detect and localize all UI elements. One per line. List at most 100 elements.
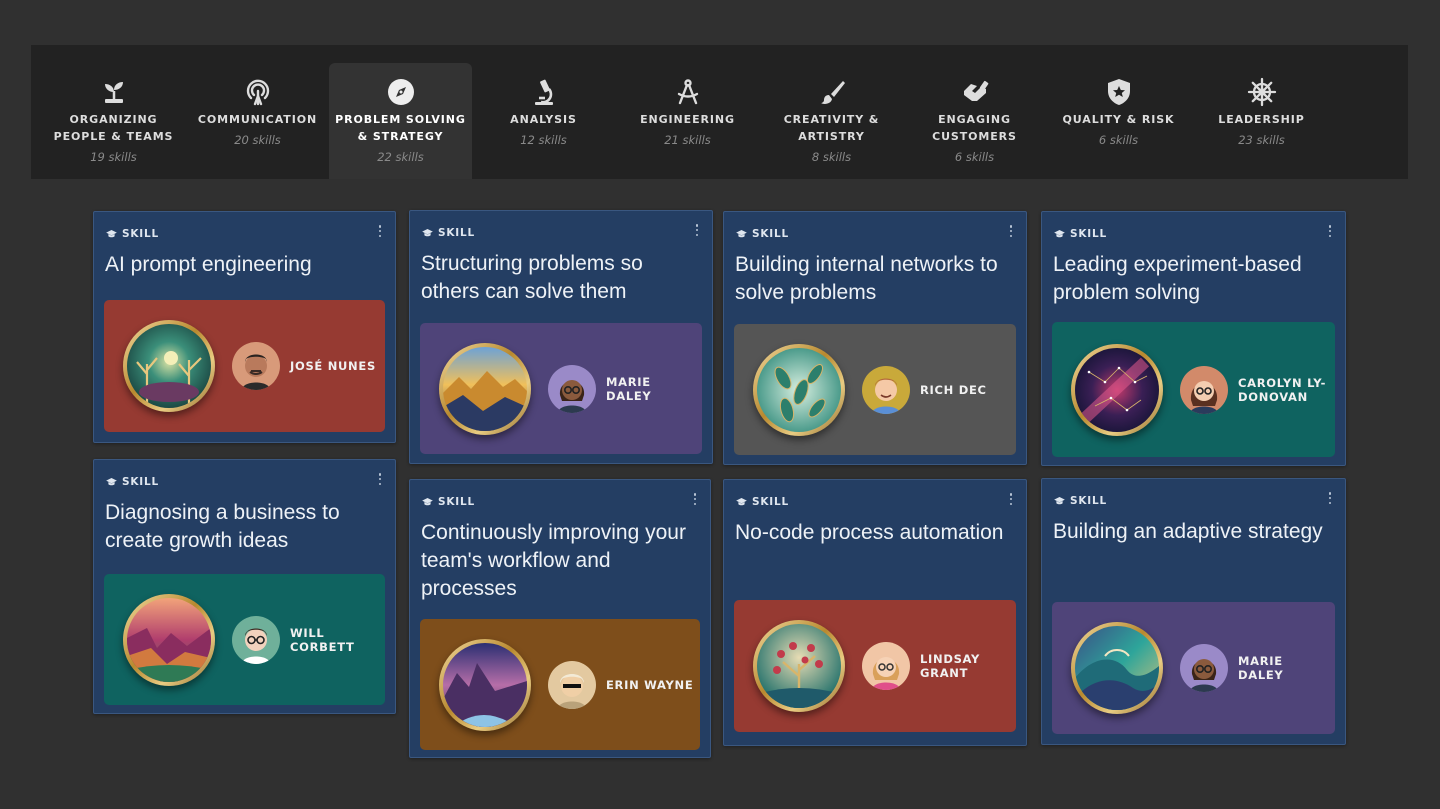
skill-badge xyxy=(439,342,531,435)
skill-title: Continuously improving your team's workf… xyxy=(421,521,686,600)
card-kind: SKILL xyxy=(1054,228,1107,240)
skill-card[interactable]: SKILL Structuring problems so others can… xyxy=(409,210,713,464)
avatar xyxy=(1180,365,1228,414)
skill-owner-panel: MARIE DALEY xyxy=(420,323,702,454)
tab-engaging-customers[interactable]: ENGAGING CUSTOMERS 6 skills xyxy=(903,63,1046,179)
owner-name: ERIN WAYNE xyxy=(606,677,694,692)
category-count: 6 skills xyxy=(1098,133,1139,147)
owner-name: MARIE DALEY xyxy=(1238,654,1284,682)
category-count: 19 skills xyxy=(90,150,137,164)
more-options-icon[interactable] xyxy=(1325,491,1335,505)
skill-card[interactable]: SKILL Building internal networks to solv… xyxy=(723,211,1027,465)
avatar xyxy=(232,342,280,390)
skill-card[interactable]: SKILL Building an adaptive strategy MARI… xyxy=(1041,478,1346,745)
skill-owner[interactable]: CAROLYN LY-DONOVAN xyxy=(1180,365,1330,414)
owner-name: JOSÉ NUNES xyxy=(290,359,376,373)
broadcast-icon xyxy=(246,79,269,106)
skill-owner[interactable]: RICH DEC xyxy=(862,365,1012,414)
handshake-icon xyxy=(963,80,988,101)
category-name: QUALITY & RISK xyxy=(1062,113,1175,126)
category-count: 22 skills xyxy=(377,150,424,164)
avatar xyxy=(862,642,910,690)
skill-badge xyxy=(439,638,531,731)
graduation-cap-icon xyxy=(736,230,747,238)
skill-owner[interactable]: LINDSAY GRANT xyxy=(862,642,1012,690)
category-name: COMMUNICATION xyxy=(197,113,318,126)
skill-card[interactable]: SKILL AI prompt engineering JOSÉ NUNES xyxy=(93,211,396,443)
category-count: 8 skills xyxy=(811,150,852,164)
more-options-icon[interactable] xyxy=(375,472,385,486)
graduation-cap-icon xyxy=(106,230,117,238)
skill-owner-panel: LINDSAY GRANT xyxy=(734,600,1016,732)
avatar xyxy=(232,615,280,664)
skill-owner-panel: WILL CORBETT xyxy=(104,574,385,705)
skill-title: AI prompt engineering xyxy=(105,253,312,276)
skill-owner-panel: RICH DEC xyxy=(734,324,1016,455)
category-count: 12 skills xyxy=(520,133,567,147)
skill-title: Structuring problems so others can solve… xyxy=(421,252,643,303)
shield-star-icon xyxy=(1107,79,1130,105)
owner-name: LINDSAY GRANT xyxy=(920,652,981,680)
owner-name: WILL CORBETT xyxy=(290,625,355,654)
more-options-icon[interactable] xyxy=(1006,492,1016,506)
skill-badge xyxy=(753,620,845,712)
owner-name: RICH DEC xyxy=(920,382,987,397)
category-count: 20 skills xyxy=(234,133,281,147)
category-name: LEADERSHIP xyxy=(1218,113,1305,126)
more-options-icon[interactable] xyxy=(690,492,700,506)
category-name: CREATIVITY & ARTISTRY xyxy=(783,113,880,143)
tab-problem-solving-strategy[interactable]: PROBLEM SOLVING & STRATEGY 22 skills xyxy=(329,63,472,179)
graduation-cap-icon xyxy=(736,498,747,506)
skill-owner[interactable]: MARIE DALEY xyxy=(1180,644,1330,692)
skill-title: Diagnosing a business to create growth i… xyxy=(105,501,340,552)
more-options-icon[interactable] xyxy=(1006,224,1016,238)
more-options-icon[interactable] xyxy=(692,223,702,237)
category-name: ENGAGING CUSTOMERS xyxy=(932,113,1017,143)
avatar xyxy=(548,660,596,709)
skill-owner[interactable]: MARIE DALEY xyxy=(548,364,698,413)
skill-owner-panel: CAROLYN LY-DONOVAN xyxy=(1052,322,1335,457)
skill-owner[interactable]: JOSÉ NUNES xyxy=(232,342,382,390)
sprout-icon xyxy=(104,82,123,103)
category-name: PROBLEM SOLVING & STRATEGY xyxy=(335,113,466,143)
compass-icon xyxy=(387,79,414,105)
skill-title: No-code process automation xyxy=(735,521,1004,544)
avatar xyxy=(1180,644,1228,692)
more-options-icon[interactable] xyxy=(1325,224,1335,238)
card-kind: SKILL xyxy=(422,496,475,508)
graduation-cap-icon xyxy=(106,478,117,486)
skill-title: Leading experiment-based problem solving xyxy=(1053,253,1302,304)
avatar xyxy=(548,364,596,413)
category-count: 6 skills xyxy=(954,150,995,164)
category-count: 23 skills xyxy=(1238,133,1285,147)
skill-badge xyxy=(1071,343,1163,436)
tab-quality-risk[interactable]: QUALITY & RISK 6 skills xyxy=(1047,63,1190,179)
skill-card[interactable]: SKILL Leading experiment-based problem s… xyxy=(1041,211,1346,466)
skill-badge xyxy=(123,320,215,412)
skill-card[interactable]: SKILL Continuously improving your team's… xyxy=(409,479,711,758)
skill-badge xyxy=(1071,622,1163,714)
skill-title: Building internal networks to solve prob… xyxy=(735,253,998,304)
ship-wheel-icon xyxy=(1247,77,1276,107)
tab-communication[interactable]: COMMUNICATION 20 skills xyxy=(186,63,329,179)
tab-analysis[interactable]: ANALYSIS 12 skills xyxy=(472,63,615,179)
skill-owner-panel: MARIE DALEY xyxy=(1052,602,1335,734)
tab-engineering[interactable]: ENGINEERING 21 skills xyxy=(616,63,759,179)
tab-leadership[interactable]: LEADERSHIP 23 skills xyxy=(1190,63,1333,179)
paintbrush-icon xyxy=(820,81,845,104)
skill-owner[interactable]: WILL CORBETT xyxy=(232,615,382,664)
tab-creativity-artistry[interactable]: CREATIVITY & ARTISTRY 8 skills xyxy=(760,63,903,179)
more-options-icon[interactable] xyxy=(375,224,385,238)
card-kind: SKILL xyxy=(106,228,159,240)
category-name: ORGANIZING PEOPLE & TEAMS xyxy=(53,113,174,143)
tab-organizing-people-teams[interactable]: ORGANIZING PEOPLE & TEAMS 19 skills xyxy=(42,63,185,179)
skill-owner-panel: JOSÉ NUNES xyxy=(104,300,385,432)
graduation-cap-icon xyxy=(422,229,433,237)
skill-badge xyxy=(123,593,215,686)
skill-owner[interactable]: ERIN WAYNE xyxy=(548,660,698,709)
skill-card[interactable]: SKILL Diagnosing a business to create gr… xyxy=(93,459,396,714)
skill-owner-panel: ERIN WAYNE xyxy=(420,619,700,750)
skill-card[interactable]: SKILL No-code process automation LINDSAY… xyxy=(723,479,1027,746)
graduation-cap-icon xyxy=(422,498,433,506)
owner-name: CAROLYN LY-DONOVAN xyxy=(1238,375,1327,404)
